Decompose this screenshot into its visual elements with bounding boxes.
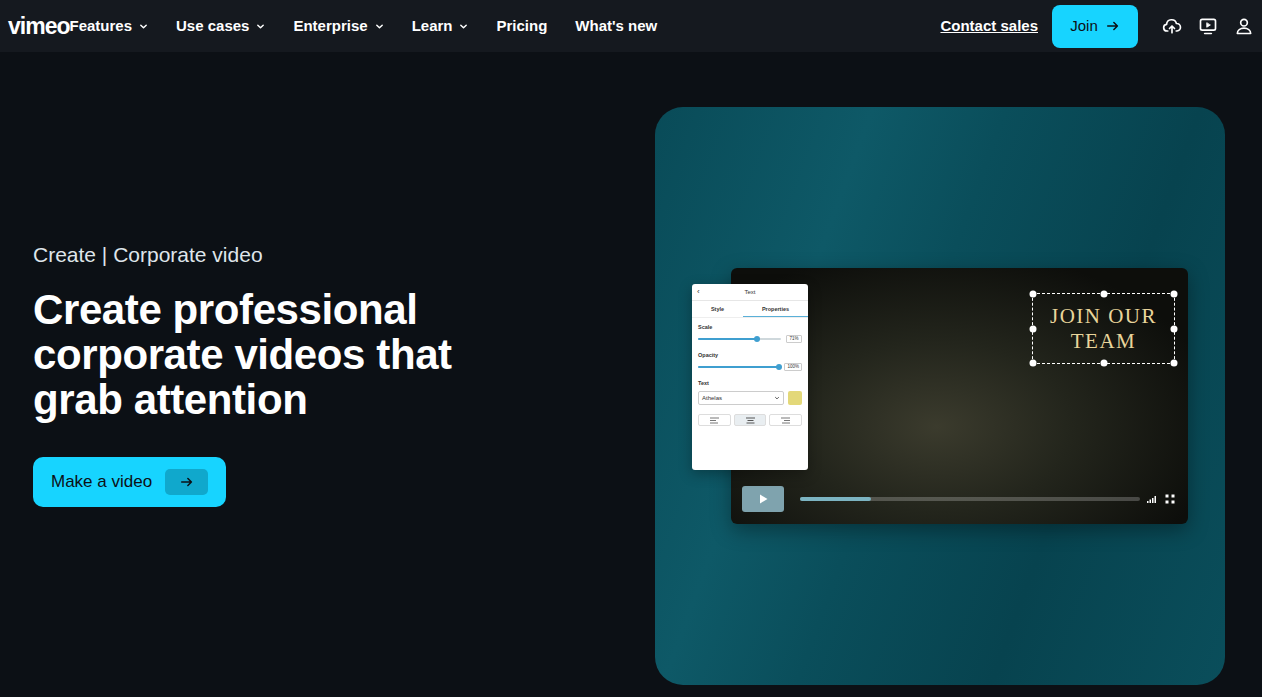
nav-link-label[interactable]: Learn xyxy=(412,15,453,38)
video-library-icon[interactable] xyxy=(1198,16,1218,36)
align-button[interactable] xyxy=(698,414,731,426)
play-button[interactable] xyxy=(742,486,784,512)
resize-handle[interactable] xyxy=(1030,360,1037,367)
align-right-icon[interactable] xyxy=(781,417,790,424)
panel-title: Text xyxy=(707,288,793,296)
chevron-down-icon[interactable] xyxy=(139,22,148,31)
progress-fill xyxy=(800,497,871,501)
nav-link[interactable]: Pricing xyxy=(496,15,547,38)
nav-actions: Contact sales Join xyxy=(940,5,1254,48)
slider-track[interactable] xyxy=(698,338,781,340)
nav-link-label[interactable]: Use cases xyxy=(176,15,249,38)
align-left-icon[interactable] xyxy=(710,417,719,424)
slider-value[interactable]: 71% xyxy=(786,335,802,343)
resize-handle[interactable] xyxy=(1100,291,1107,298)
slider-knob[interactable] xyxy=(754,336,760,342)
panel-tab[interactable]: Properties xyxy=(743,301,808,317)
resize-handle[interactable] xyxy=(1171,325,1178,332)
slider-row: Scale 71% xyxy=(692,318,808,346)
overlay-text[interactable]: TEAM xyxy=(1037,329,1170,354)
nav-menu: Features Use cases Enterprise Learn Pricing W… xyxy=(69,15,657,38)
slider-knob[interactable] xyxy=(776,364,782,370)
nav-link[interactable]: Learn xyxy=(412,15,469,38)
hero-text: Create | Corporate video Create professio… xyxy=(0,52,655,697)
slider-track[interactable] xyxy=(698,366,779,368)
panel-header: ‹Text xyxy=(692,284,808,301)
section-label: Text xyxy=(698,379,802,387)
slider-control: 100% xyxy=(698,363,802,371)
account-icons xyxy=(1162,16,1254,36)
nav-link-label[interactable]: Enterprise xyxy=(293,15,367,38)
fullscreen-icon[interactable] xyxy=(1164,493,1176,505)
resize-handle[interactable] xyxy=(1030,325,1037,332)
panel-tab[interactable]: Style xyxy=(692,301,743,317)
slider-row: Opacity 100% xyxy=(692,346,808,374)
back-button[interactable]: ‹ xyxy=(697,288,707,296)
font-row: Athelas xyxy=(698,391,802,405)
nav-link[interactable]: Enterprise xyxy=(293,15,383,38)
alignment-buttons xyxy=(692,408,808,434)
volume-icon[interactable] xyxy=(1146,493,1158,505)
hero-title: Create professional corporate videos tha… xyxy=(33,287,483,422)
slider-value[interactable]: 100% xyxy=(784,363,802,371)
upload-cloud-icon[interactable] xyxy=(1162,16,1182,36)
product-illustration: JOIN OURTEAM‹TextStylePropertiesScale71%… xyxy=(655,107,1225,685)
make-video-button[interactable]: Make a video xyxy=(33,457,226,507)
cta-row: Make a video xyxy=(33,457,655,507)
slider-label: Scale xyxy=(698,323,802,331)
panel-tabs: StyleProperties xyxy=(692,301,808,318)
nav-link[interactable]: What's new xyxy=(575,15,657,38)
align-button[interactable] xyxy=(734,414,767,426)
resize-handle[interactable] xyxy=(1100,360,1107,367)
resize-handle[interactable] xyxy=(1171,291,1178,298)
font-name[interactable]: Athelas xyxy=(702,394,722,402)
nav-link-label[interactable]: Features xyxy=(69,15,132,38)
align-center-icon[interactable] xyxy=(746,417,755,424)
join-label[interactable]: Join xyxy=(1070,15,1098,38)
contact-sales-link[interactable]: Contact sales xyxy=(940,15,1038,38)
nav-link-label[interactable]: What's new xyxy=(575,15,657,38)
chevron-down-icon[interactable] xyxy=(256,22,265,31)
hero-section: Create | Corporate video Create professio… xyxy=(0,52,1262,697)
play-icon[interactable] xyxy=(757,493,769,505)
text-style-row: Text Athelas xyxy=(692,374,808,408)
nav-link-label[interactable]: Pricing xyxy=(496,15,547,38)
text-editor-panel: ‹TextStylePropertiesScale71%Opacity100%T… xyxy=(692,284,808,470)
overlay-text[interactable]: JOIN OUR xyxy=(1037,304,1170,329)
player-controls xyxy=(742,486,1176,512)
resize-handle[interactable] xyxy=(1030,291,1037,298)
slider-control: 71% xyxy=(698,335,802,343)
user-icon[interactable] xyxy=(1234,16,1254,36)
text-overlay[interactable]: JOIN OURTEAM xyxy=(1032,293,1175,364)
make-video-label[interactable]: Make a video xyxy=(51,469,152,495)
chevron-down-icon[interactable] xyxy=(459,22,468,31)
top-navbar: vimeoFeatures Use cases Enterprise Learn Pri… xyxy=(0,0,1262,52)
join-button[interactable]: Join xyxy=(1052,5,1138,48)
align-button[interactable] xyxy=(769,414,802,426)
nav-link[interactable]: Use cases xyxy=(176,15,265,38)
font-select[interactable]: Athelas xyxy=(698,391,784,405)
slider-fill xyxy=(698,366,779,368)
eyebrow-label: Create | Corporate video xyxy=(33,242,655,268)
nav-link[interactable]: Features xyxy=(69,15,148,38)
progress-track[interactable] xyxy=(800,497,1140,501)
vimeo-logo[interactable]: vimeo xyxy=(8,15,69,38)
chevron-down-icon[interactable] xyxy=(774,395,780,401)
arrow-right-icon[interactable] xyxy=(1106,19,1120,33)
chevron-down-icon[interactable] xyxy=(375,22,384,31)
slider-label: Opacity xyxy=(698,351,802,359)
arrow-right-icon[interactable] xyxy=(165,469,208,495)
resize-handle[interactable] xyxy=(1171,360,1178,367)
color-swatch[interactable] xyxy=(788,391,802,405)
slider-fill xyxy=(698,338,757,340)
